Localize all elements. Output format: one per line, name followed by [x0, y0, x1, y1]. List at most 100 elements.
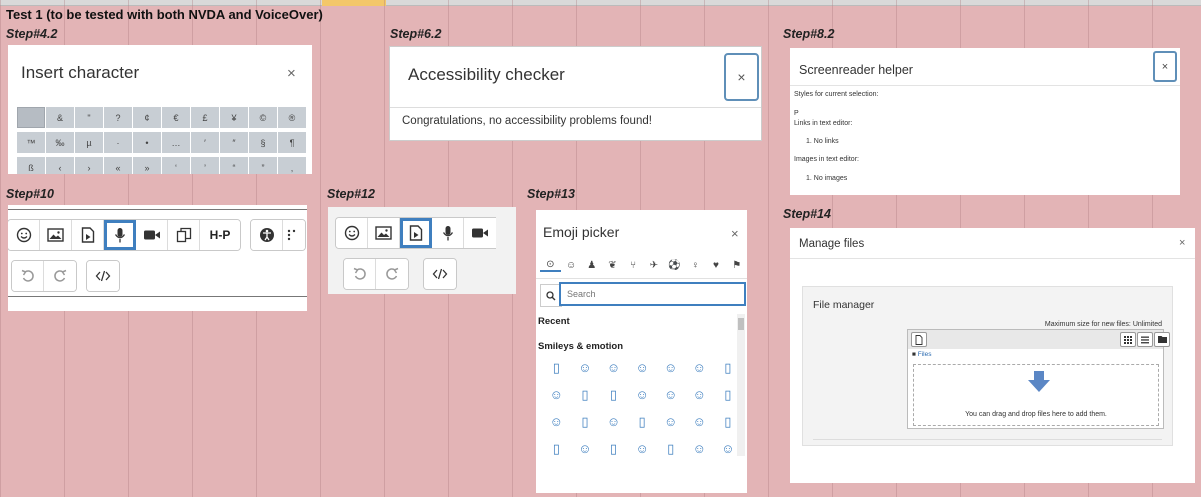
character-cell[interactable]: £	[191, 107, 219, 128]
character-cell[interactable]: “	[220, 157, 248, 174]
character-cell[interactable]: "	[75, 107, 103, 128]
emoji-item[interactable]: ▯	[571, 387, 600, 414]
character-cell[interactable]: …	[162, 132, 190, 153]
emoji-item[interactable]: ▯	[542, 441, 571, 468]
accessibility-checker-button[interactable]	[251, 220, 283, 250]
media-button[interactable]	[72, 220, 104, 250]
undo-button[interactable]	[344, 259, 376, 289]
emoji-item[interactable]: ☺	[542, 387, 571, 414]
character-cell[interactable]: ™	[17, 132, 45, 153]
character-cell[interactable]: §	[249, 132, 277, 153]
character-cell[interactable]: •	[133, 132, 161, 153]
emoji-category-tab[interactable]: ⊙	[540, 259, 561, 272]
emoji-item[interactable]: ☺	[599, 414, 628, 441]
emoji-item[interactable]: ☺	[656, 387, 685, 414]
close-button[interactable]: ×	[1153, 51, 1177, 82]
undo-button[interactable]	[12, 261, 44, 291]
emoji-item[interactable]: ☺	[656, 414, 685, 441]
view-list-button[interactable]	[1137, 332, 1153, 347]
character-cell[interactable]: ″	[220, 132, 248, 153]
h5p-button[interactable]: H-P	[200, 220, 240, 250]
drop-text: You can drag and drop files here to add …	[965, 411, 1107, 418]
media-button[interactable]	[400, 218, 432, 248]
view-icons-button[interactable]	[1120, 332, 1136, 347]
redo-button[interactable]	[44, 261, 76, 291]
redo-button[interactable]	[376, 259, 408, 289]
character-cell[interactable]: ¢	[133, 107, 161, 128]
screenreader-helper-button[interactable]	[283, 220, 305, 250]
emoji-item[interactable]: ☺	[628, 387, 657, 414]
close-icon[interactable]: ×	[287, 65, 296, 82]
character-cell[interactable]: ‚	[278, 157, 306, 174]
emoji-button[interactable]	[336, 218, 368, 248]
emoji-search-input[interactable]	[559, 282, 746, 306]
emoji-item[interactable]: ☺	[599, 360, 628, 387]
character-cell[interactable]: ?	[104, 107, 132, 128]
html-source-button[interactable]	[424, 259, 456, 289]
emoji-item[interactable]: ☺	[656, 360, 685, 387]
character-cell[interactable]: ‹	[46, 157, 74, 174]
character-cell[interactable]: ’	[191, 157, 219, 174]
character-cell[interactable]	[17, 107, 45, 128]
close-icon[interactable]: ×	[731, 226, 739, 241]
emoji-item[interactable]: ▯	[628, 414, 657, 441]
emoji-category-tab[interactable]: ☺	[561, 260, 582, 271]
character-cell[interactable]: ‘	[162, 157, 190, 174]
emoji-button[interactable]	[8, 220, 40, 250]
character-cell[interactable]: ¥	[220, 107, 248, 128]
image-button[interactable]	[368, 218, 400, 248]
character-cell[interactable]: ”	[249, 157, 277, 174]
character-cell[interactable]: ®	[278, 107, 306, 128]
emoji-item[interactable]: ☺	[628, 441, 657, 468]
emoji-item[interactable]: ▯	[571, 414, 600, 441]
record-audio-button[interactable]	[104, 220, 136, 250]
files-breadcrumb[interactable]: ■ Files	[912, 351, 931, 358]
emoji-item[interactable]: ☺	[571, 441, 600, 468]
emoji-category-tab[interactable]: ⚑	[726, 260, 747, 271]
emoji-scrollbar-thumb[interactable]	[738, 318, 744, 330]
record-video-button[interactable]	[464, 218, 496, 248]
emoji-item[interactable]: ☺	[685, 441, 714, 468]
emoji-category-tab[interactable]: ❦	[602, 260, 623, 271]
character-cell[interactable]: ·	[104, 132, 132, 153]
record-audio-button[interactable]	[432, 218, 464, 248]
image-button[interactable]	[40, 220, 72, 250]
record-video-button[interactable]	[136, 220, 168, 250]
emoji-item[interactable]: ▯	[542, 360, 571, 387]
emoji-category-tab[interactable]: ♟	[581, 260, 602, 271]
character-cell[interactable]: µ	[75, 132, 103, 153]
emoji-category-tab[interactable]: ♥	[706, 260, 727, 271]
emoji-item[interactable]: ☺	[685, 414, 714, 441]
emoji-category-tab[interactable]: ♀	[685, 260, 706, 271]
emoji-category-tab[interactable]: ✈	[644, 260, 665, 271]
character-cell[interactable]: &	[46, 107, 74, 128]
character-cell[interactable]: »	[133, 157, 161, 174]
view-tree-button[interactable]	[1154, 332, 1170, 347]
emoji-item[interactable]: ▯	[656, 441, 685, 468]
emoji-scrollbar[interactable]	[737, 314, 745, 456]
manage-files-button[interactable]	[168, 220, 200, 250]
character-cell[interactable]: ‰	[46, 132, 74, 153]
emoji-category-tab[interactable]: ⑂	[623, 260, 644, 271]
character-cell[interactable]: «	[104, 157, 132, 174]
character-cell[interactable]: €	[162, 107, 190, 128]
emoji-item[interactable]: ☺	[628, 360, 657, 387]
close-icon[interactable]: ×	[1179, 237, 1185, 249]
add-file-button[interactable]	[911, 332, 927, 347]
emoji-item[interactable]: ☺	[542, 414, 571, 441]
close-button[interactable]: ×	[724, 53, 759, 101]
file-drop-zone[interactable]: You can drag and drop files here to add …	[913, 364, 1159, 426]
emoji-category-tab[interactable]: ⚽	[664, 260, 685, 271]
character-cell[interactable]: ß	[17, 157, 45, 174]
character-cell[interactable]: ′	[191, 132, 219, 153]
emoji-item[interactable]: ☺	[571, 360, 600, 387]
image-icon	[375, 226, 392, 240]
html-source-button[interactable]	[87, 261, 119, 291]
character-cell[interactable]: ©	[249, 107, 277, 128]
character-cell[interactable]: ›	[75, 157, 103, 174]
emoji-item[interactable]: ▯	[599, 387, 628, 414]
emoji-item[interactable]: ☺	[685, 387, 714, 414]
emoji-item[interactable]: ▯	[599, 441, 628, 468]
character-cell[interactable]: ¶	[278, 132, 306, 153]
emoji-item[interactable]: ☺	[685, 360, 714, 387]
